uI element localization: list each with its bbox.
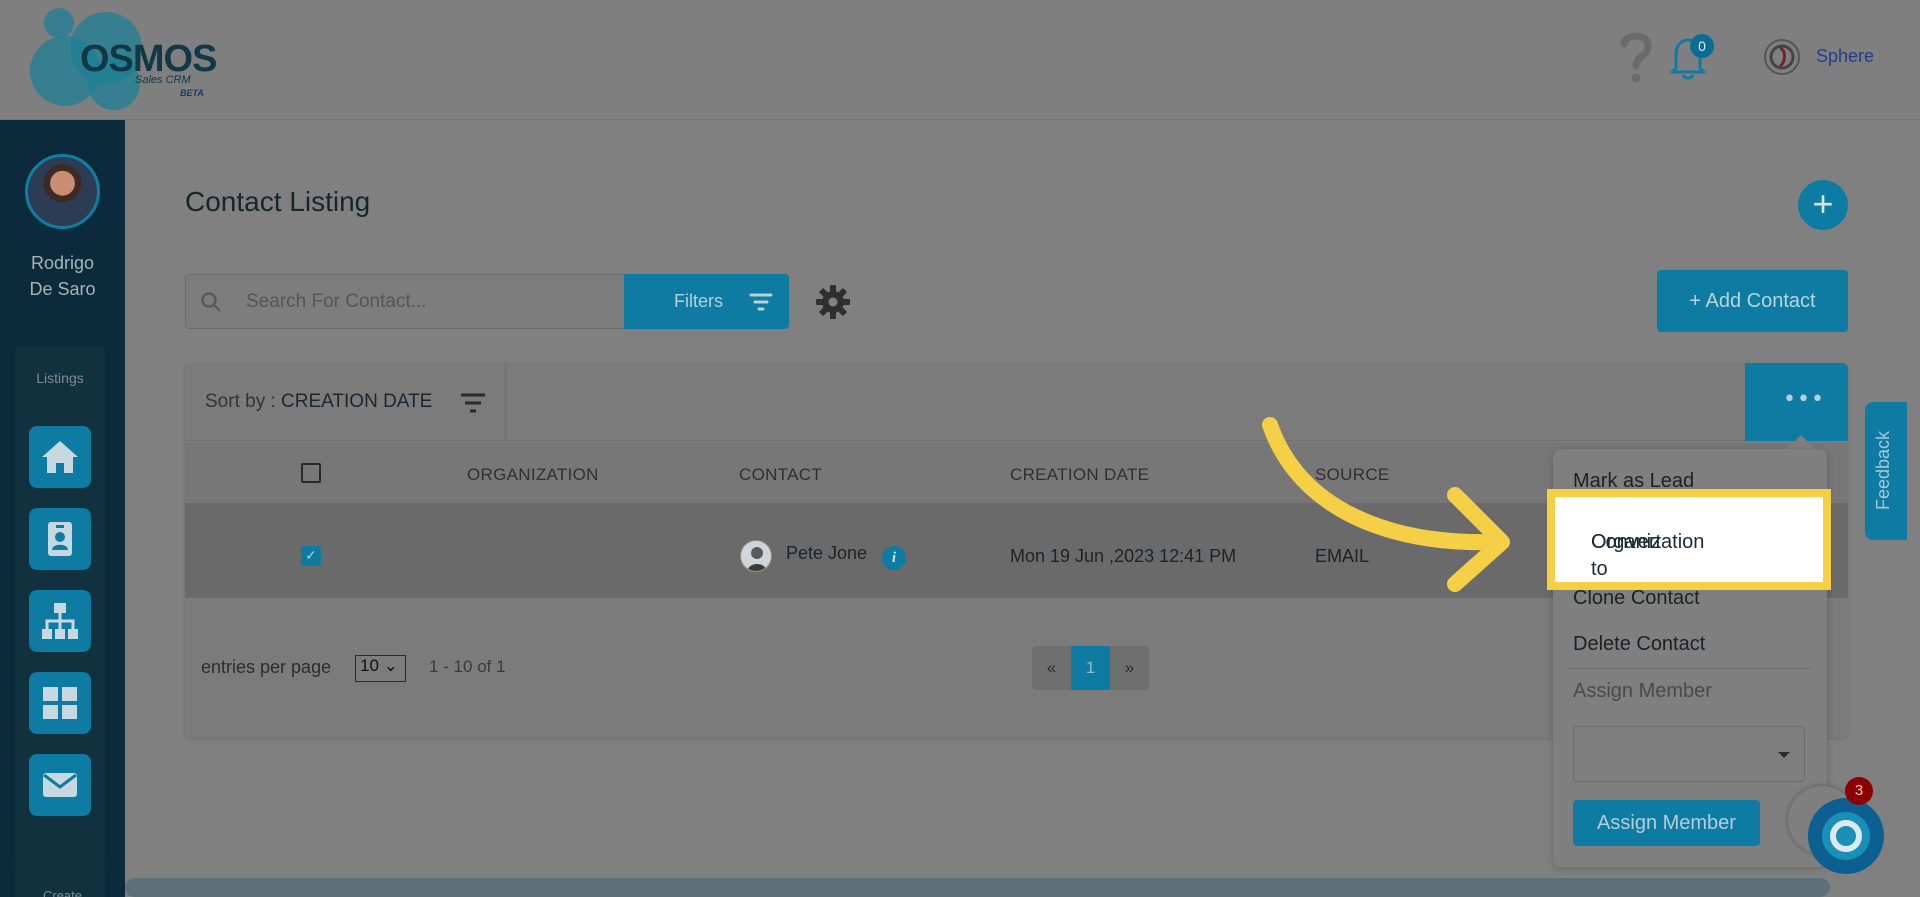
user-avatar-icon[interactable]	[1762, 36, 1802, 78]
sort-value: CREATION DATE	[281, 391, 433, 412]
assign-member-select[interactable]	[1573, 726, 1805, 782]
sitemap-icon	[42, 603, 78, 639]
help-icon[interactable]	[1616, 28, 1656, 84]
prev-page-button[interactable]: «	[1032, 646, 1071, 690]
page-range: 1 - 10 of 1	[429, 657, 506, 676]
sidebar-item-home[interactable]	[29, 426, 91, 488]
menu-divider	[1569, 668, 1811, 669]
sidebar-item-contacts[interactable]	[29, 508, 91, 570]
row-checkbox[interactable]: ✓	[301, 546, 321, 566]
notification-count-badge: 0	[1690, 34, 1714, 58]
user-menu-label[interactable]: Sphere	[1816, 46, 1874, 67]
top-header: OSMOS Sales CRM BETA 0 Sphere	[0, 0, 1920, 120]
page-1-button[interactable]: 1	[1071, 646, 1110, 690]
sidebar-item-organizations[interactable]	[29, 590, 91, 652]
home-icon	[42, 441, 78, 473]
profile-first-name: Rodrigo	[30, 253, 95, 273]
feedback-tab[interactable]: Feedback	[1865, 402, 1907, 540]
envelope-icon	[43, 773, 77, 797]
feedback-label: Feedback	[1873, 430, 1893, 510]
search-input[interactable]	[246, 275, 616, 328]
logo-subtitle: Sales CRM	[135, 74, 191, 86]
create-label: Create	[42, 888, 83, 897]
column-organization[interactable]: ORGANIZATION	[467, 465, 599, 485]
menu-caret	[1787, 435, 1815, 449]
entries-per-page-label: entries per page	[201, 657, 332, 677]
row-creation-date: Mon 19 Jun ,2023 12:41 PM	[1010, 546, 1237, 566]
column-contact[interactable]: CONTACT	[739, 465, 822, 485]
chat-launcher[interactable]	[1808, 798, 1884, 874]
settings-gear-icon[interactable]	[815, 284, 851, 320]
search-box	[185, 274, 625, 329]
add-contact-button[interactable]: + Add Contact	[1657, 270, 1848, 332]
sort-divider	[505, 363, 506, 441]
assign-member-button[interactable]: Assign Member	[1573, 800, 1760, 846]
menu-item-delete-contact[interactable]: Delete Contact	[1573, 633, 1705, 656]
sidebar: Rodrigo De Saro Listings	[0, 120, 125, 897]
search-icon	[201, 292, 221, 312]
profile-last-name: De Saro	[29, 279, 96, 299]
sidebar-item-email[interactable]	[29, 754, 91, 816]
listings-panel: Listings	[15, 346, 105, 866]
annotation-arrow-icon	[1262, 417, 1510, 592]
sidebar-item-dashboard[interactable]	[29, 672, 91, 734]
contact-card-icon	[48, 522, 72, 556]
page-size-value: 10	[360, 656, 379, 675]
next-page-button[interactable]: »	[1110, 646, 1149, 690]
osmos-logo[interactable]: OSMOS Sales CRM BETA	[30, 8, 220, 110]
profile-name: Rodrigo De Saro	[0, 250, 125, 302]
pagination: « 1 »	[1032, 646, 1149, 690]
convert-line-2: Organization	[1591, 531, 1705, 553]
page-title: Contact Listing	[185, 186, 371, 217]
filters-label: Filters	[674, 291, 723, 311]
sort-bar: Sort by : CREATION DATE •••	[185, 363, 1848, 441]
select-all-checkbox[interactable]	[301, 463, 321, 483]
listings-label: Listings	[36, 370, 84, 386]
sort-filter-icon[interactable]	[460, 393, 486, 413]
chat-widget[interactable]: 3	[1788, 777, 1884, 876]
sort-prefix: Sort by :	[205, 391, 282, 412]
filters-button[interactable]: Filters	[624, 274, 789, 329]
menu-item-convert-to-organization[interactable]: Convert to Organization	[1547, 489, 1831, 590]
page-size-select[interactable]: 10 ⌄	[355, 655, 406, 682]
assign-member-label: Assign Member	[1573, 680, 1712, 702]
more-dots: •••	[1783, 387, 1825, 412]
contact-avatar	[740, 540, 772, 572]
filter-icon	[749, 293, 773, 311]
profile-avatar[interactable]	[25, 154, 100, 229]
horizontal-scrollbar[interactable]	[125, 878, 1830, 897]
grid-icon	[43, 687, 77, 719]
add-button[interactable]: +	[1798, 180, 1848, 230]
logo-beta-badge: BETA	[180, 88, 204, 98]
more-actions-button[interactable]: •••	[1745, 363, 1848, 441]
chevron-down-icon: ⌄	[383, 656, 398, 675]
info-icon[interactable]: i	[882, 546, 906, 570]
column-creation-date[interactable]: CREATION DATE	[1010, 465, 1149, 485]
row-contact-name[interactable]: Pete Jone	[786, 543, 867, 564]
caret-down-icon	[1778, 752, 1790, 758]
chat-o-icon	[1822, 812, 1870, 860]
menu-item-clone-contact[interactable]: Clone Contact	[1573, 587, 1700, 610]
sort-control[interactable]: Sort by : CREATION DATE	[205, 391, 432, 413]
chat-notification-badge: 3	[1845, 777, 1873, 805]
